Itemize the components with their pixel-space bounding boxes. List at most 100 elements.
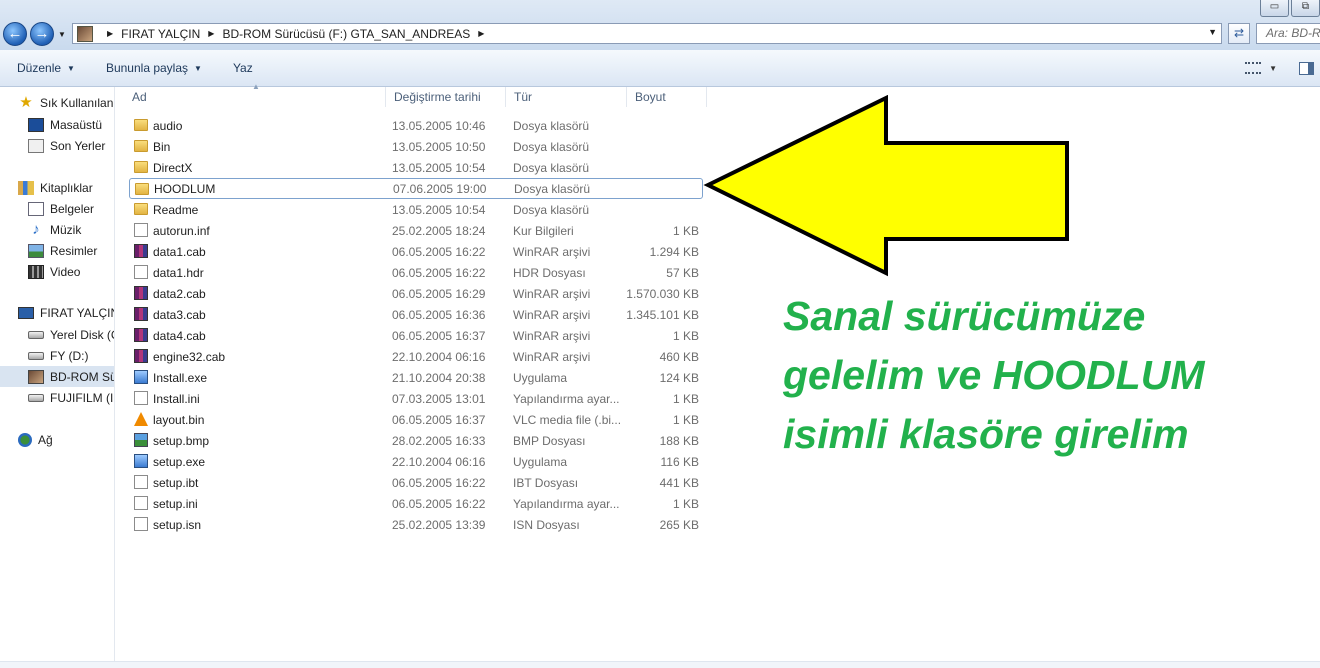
file-icon bbox=[134, 265, 148, 279]
file-date: 25.02.2005 18:24 bbox=[392, 223, 486, 238]
sidebar-item-documents[interactable]: Belgeler bbox=[28, 198, 114, 219]
file-row[interactable]: setup.isn 25.02.2005 13:39 ISN Dosyası 265 … bbox=[129, 514, 703, 535]
view-details-icon[interactable] bbox=[1245, 62, 1262, 74]
folder-icon bbox=[134, 161, 148, 173]
arrow-shape bbox=[703, 95, 1069, 277]
chevron-down-icon[interactable]: ▼ bbox=[1269, 64, 1277, 73]
setup-info-icon bbox=[134, 223, 148, 237]
file-row[interactable]: engine32.cab 22.10.2004 06:16 WinRAR arşiv… bbox=[129, 346, 703, 367]
folder-icon bbox=[134, 140, 148, 152]
file-name: Install.exe bbox=[153, 370, 208, 385]
column-header-name[interactable]: Ad bbox=[124, 87, 386, 107]
file-row[interactable]: setup.exe 22.10.2004 06:16 Uygulama 116 KB bbox=[129, 451, 703, 472]
forward-button[interactable]: → bbox=[30, 22, 54, 46]
desktop-icon bbox=[28, 117, 44, 132]
organize-button[interactable]: Düzenle ▼ bbox=[17, 61, 75, 75]
annotation-line: gelelim ve HOODLUM bbox=[783, 352, 1205, 398]
command-toolbar: Düzenle ▼ Bununla paylaş ▼ Yaz ▼ bbox=[0, 50, 1320, 87]
address-bar[interactable]: ▶ FIRAT YALÇIN ▶ BD-ROM Sürücüsü (F:) GT… bbox=[72, 23, 1222, 44]
file-name: Bin bbox=[153, 139, 171, 154]
library-icon bbox=[18, 180, 34, 195]
file-icon bbox=[134, 517, 148, 531]
column-header-type[interactable]: Tür bbox=[506, 87, 627, 107]
file-row[interactable]: setup.ini 06.05.2005 16:22 Yapılandırma ay… bbox=[129, 493, 703, 514]
sidebar-item-drive-d[interactable]: FY (D:) bbox=[28, 345, 114, 366]
file-row[interactable]: data2.cab 06.05.2005 16:29 WinRAR arşivi 1.… bbox=[129, 283, 703, 304]
chevron-right-icon[interactable]: ▶ bbox=[107, 29, 113, 38]
file-row[interactable]: layout.bin 06.05.2005 16:37 VLC media file… bbox=[129, 409, 703, 430]
recent-places-icon bbox=[28, 138, 44, 153]
file-type: WinRAR arşivi bbox=[513, 286, 591, 301]
breadcrumb-item-drive[interactable]: BD-ROM Sürücüsü (F:) GTA_SAN_ANDREAS bbox=[222, 27, 470, 41]
sidebar-item-libraries[interactable]: Kitaplıklar bbox=[18, 177, 114, 198]
file-type: HDR Dosyası bbox=[513, 265, 586, 280]
vlc-icon bbox=[134, 412, 148, 426]
refresh-button[interactable]: ⇄ bbox=[1228, 23, 1250, 44]
sidebar-item-network[interactable]: Ağ bbox=[18, 429, 114, 450]
file-row[interactable]: Bin 13.05.2005 10:50 Dosya klasörü bbox=[129, 136, 703, 157]
computer-icon bbox=[18, 306, 34, 319]
file-row[interactable]: Install.exe 21.10.2004 20:38 Uygulama 124 K… bbox=[129, 367, 703, 388]
file-row[interactable]: DirectX 13.05.2005 10:54 Dosya klasörü bbox=[129, 157, 703, 178]
history-dropdown-icon[interactable]: ▼ bbox=[58, 30, 66, 39]
minimize-button[interactable]: ▭ bbox=[1260, 0, 1289, 17]
file-name: HOODLUM bbox=[154, 181, 216, 196]
file-row[interactable]: HOODLUM 07.06.2005 19:00 Dosya klasörü bbox=[129, 178, 703, 199]
chevron-right-icon[interactable]: ▶ bbox=[208, 29, 214, 38]
file-row[interactable]: Install.ini 07.03.2005 13:01 Yapılandırma … bbox=[129, 388, 703, 409]
file-row[interactable]: data1.cab 06.05.2005 16:22 WinRAR arşivi 1.… bbox=[129, 241, 703, 262]
sidebar-item-favorites[interactable]: ★ Sık Kullanılanlar bbox=[18, 92, 114, 113]
sidebar-item-label: Ağ bbox=[38, 432, 53, 447]
address-dropdown-icon[interactable]: ▼ bbox=[1208, 27, 1217, 37]
sidebar-item-desktop[interactable]: Masaüstü bbox=[28, 114, 114, 135]
file-name: engine32.cab bbox=[153, 349, 226, 364]
sidebar-item-pictures[interactable]: Resimler bbox=[28, 240, 114, 261]
config-file-icon bbox=[134, 496, 148, 510]
file-row[interactable]: audio 13.05.2005 10:46 Dosya klasörü bbox=[129, 115, 703, 136]
window-controls: ▭ ⧉ bbox=[1258, 0, 1320, 17]
column-header-date[interactable]: Değiştirme tarihi bbox=[386, 87, 506, 107]
organize-label: Düzenle bbox=[17, 61, 62, 75]
file-row[interactable]: setup.bmp 28.02.2005 16:33 BMP Dosyası 188 … bbox=[129, 430, 703, 451]
file-row[interactable]: setup.ibt 06.05.2005 16:22 IBT Dosyası 441 … bbox=[129, 472, 703, 493]
file-row[interactable]: autorun.inf 25.02.2005 18:24 Kur Bilgileri… bbox=[129, 220, 703, 241]
sidebar-item-video[interactable]: Video bbox=[28, 261, 114, 282]
file-row[interactable]: Readme 13.05.2005 10:54 Dosya klasörü bbox=[129, 199, 703, 220]
breadcrumb-item-computer[interactable]: FIRAT YALÇIN bbox=[121, 27, 200, 41]
sidebar-item-local-disk-c[interactable]: Yerel Disk (C:) bbox=[28, 324, 114, 345]
sidebar-item-label: BD-ROM Sürücüsü (F:) bbox=[50, 369, 114, 384]
sidebar-item-label: Masaüstü bbox=[50, 117, 103, 132]
share-button[interactable]: Bununla paylaş ▼ bbox=[106, 61, 202, 75]
file-row[interactable]: data1.hdr 06.05.2005 16:22 HDR Dosyası 57 K… bbox=[129, 262, 703, 283]
annotation-text: Sanal sürücümüze gelelim ve HOODLUM isim… bbox=[783, 287, 1303, 464]
sidebar-item-bd-rom[interactable]: BD-ROM Sürücüsü (F:) bbox=[0, 366, 114, 387]
title-address-bar: ▭ ⧉ ← → ▼ ▶ FIRAT YALÇIN ▶ BD-ROM Sürücü… bbox=[0, 0, 1320, 50]
file-row[interactable]: data4.cab 06.05.2005 16:37 WinRAR arşivi 1 … bbox=[129, 325, 703, 346]
file-type: BMP Dosyası bbox=[513, 433, 586, 448]
file-size: 1 KB bbox=[672, 223, 699, 238]
preview-pane-icon[interactable] bbox=[1299, 61, 1314, 75]
sidebar-item-recent-places[interactable]: Son Yerler bbox=[28, 135, 114, 156]
sidebar-item-label: Yerel Disk (C:) bbox=[50, 327, 114, 342]
bitmap-image-icon bbox=[134, 433, 148, 447]
back-button[interactable]: ← bbox=[3, 22, 27, 46]
sidebar-item-music[interactable]: ♪ Müzik bbox=[28, 219, 114, 240]
chevron-right-icon[interactable]: ▶ bbox=[478, 29, 484, 38]
chevron-down-icon: ▼ bbox=[194, 63, 202, 73]
sidebar-item-fujifilm[interactable]: FUJIFILM (I:) bbox=[28, 387, 114, 408]
sidebar-item-label: Resimler bbox=[50, 243, 98, 258]
column-header-label: Değiştirme tarihi bbox=[394, 90, 481, 104]
sidebar-item-computer[interactable]: FIRAT YALÇIN bbox=[18, 302, 114, 323]
file-row[interactable]: data3.cab 06.05.2005 16:36 WinRAR arşivi 1.… bbox=[129, 304, 703, 325]
burn-button[interactable]: Yaz bbox=[233, 61, 253, 75]
drive-icon bbox=[28, 393, 44, 402]
folder-icon bbox=[134, 119, 148, 131]
file-name: autorun.inf bbox=[153, 223, 210, 238]
column-header-size[interactable]: Boyut bbox=[627, 87, 707, 107]
folder-icon bbox=[135, 183, 149, 195]
file-type: Yapılandırma ayar... bbox=[513, 391, 620, 406]
file-date: 06.05.2005 16:36 bbox=[392, 307, 486, 322]
search-input[interactable]: Ara: BD-R bbox=[1256, 23, 1320, 44]
drive-icon bbox=[28, 351, 44, 360]
restore-button[interactable]: ⧉ bbox=[1291, 0, 1320, 17]
